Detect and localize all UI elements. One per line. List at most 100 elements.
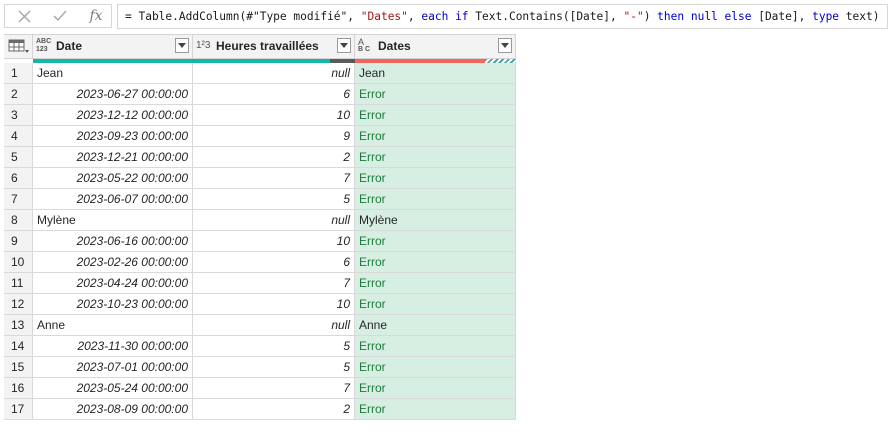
cell-date[interactable]: 2023-06-07 00:00:00 bbox=[33, 189, 193, 209]
cell-heures[interactable]: 5 bbox=[193, 336, 355, 356]
table-row[interactable]: 7 2023-06-07 00:00:00 5 Error bbox=[4, 189, 516, 210]
column-header-date[interactable]: ABC 123 Date bbox=[33, 35, 193, 58]
table-row[interactable]: 6 2023-05-22 00:00:00 7 Error bbox=[4, 168, 516, 189]
cell-heures[interactable]: 6 bbox=[193, 84, 355, 104]
row-number[interactable]: 13 bbox=[4, 315, 33, 335]
cell-heures[interactable]: 7 bbox=[193, 273, 355, 293]
cell-date[interactable]: 2023-04-24 00:00:00 bbox=[33, 273, 193, 293]
table-row[interactable]: 1 Jean null Jean bbox=[4, 63, 516, 84]
cell-dates[interactable]: Error bbox=[355, 147, 516, 167]
cell-dates[interactable]: Error bbox=[355, 357, 516, 377]
table-row[interactable]: 15 2023-07-01 00:00:00 5 Error bbox=[4, 357, 516, 378]
cell-dates[interactable]: Error bbox=[355, 189, 516, 209]
cell-dates[interactable]: Error bbox=[355, 105, 516, 125]
cell-dates[interactable]: Error bbox=[355, 126, 516, 146]
cell-dates[interactable]: Error bbox=[355, 252, 516, 272]
row-number[interactable]: 2 bbox=[4, 84, 33, 104]
cell-date[interactable]: 2023-11-30 00:00:00 bbox=[33, 336, 193, 356]
table-row[interactable]: 3 2023-12-12 00:00:00 10 Error bbox=[4, 105, 516, 126]
cell-heures[interactable]: 10 bbox=[193, 231, 355, 251]
cell-heures[interactable]: 5 bbox=[193, 357, 355, 377]
cell-heures[interactable]: 6 bbox=[193, 252, 355, 272]
cell-heures[interactable]: null bbox=[193, 63, 355, 83]
cell-heures[interactable]: 10 bbox=[193, 294, 355, 314]
row-number[interactable]: 7 bbox=[4, 189, 33, 209]
cell-heures[interactable]: 5 bbox=[193, 189, 355, 209]
fx-icon[interactable]: fx bbox=[79, 5, 113, 27]
cell-dates[interactable]: Error bbox=[355, 336, 516, 356]
cell-date[interactable]: 2023-12-21 00:00:00 bbox=[33, 147, 193, 167]
cell-date[interactable]: Jean bbox=[33, 63, 193, 83]
cell-date[interactable]: Mylène bbox=[33, 210, 193, 230]
table-row[interactable]: 13 Anne null Anne bbox=[4, 315, 516, 336]
cell-heures[interactable]: 7 bbox=[193, 378, 355, 398]
table-row[interactable]: 10 2023-02-26 00:00:00 6 Error bbox=[4, 252, 516, 273]
cell-date[interactable]: 2023-02-26 00:00:00 bbox=[33, 252, 193, 272]
row-number[interactable]: 14 bbox=[4, 336, 33, 356]
filter-dropdown-button[interactable] bbox=[498, 38, 512, 53]
cell-date[interactable]: 2023-07-01 00:00:00 bbox=[33, 357, 193, 377]
cell-date[interactable]: 2023-06-27 00:00:00 bbox=[33, 84, 193, 104]
row-number[interactable]: 11 bbox=[4, 273, 33, 293]
cell-date[interactable]: 2023-09-23 00:00:00 bbox=[33, 126, 193, 146]
check-icon[interactable] bbox=[43, 5, 77, 27]
table-row[interactable]: 12 2023-10-23 00:00:00 10 Error bbox=[4, 294, 516, 315]
number-type-icon[interactable]: 1²3 bbox=[196, 38, 212, 54]
row-number[interactable]: 1 bbox=[4, 63, 33, 83]
cell-date[interactable]: Anne bbox=[33, 315, 193, 335]
cell-dates[interactable]: Anne bbox=[355, 315, 516, 335]
row-number[interactable]: 8 bbox=[4, 210, 33, 230]
cell-dates[interactable]: Error bbox=[355, 378, 516, 398]
cell-heures[interactable]: 9 bbox=[193, 126, 355, 146]
cell-dates[interactable]: Error bbox=[355, 84, 516, 104]
formula-input[interactable]: = Table.AddColumn(#"Type modifié", "Date… bbox=[117, 4, 888, 29]
row-number[interactable]: 17 bbox=[4, 399, 33, 419]
any-type-icon[interactable]: ABC 123 bbox=[36, 38, 52, 54]
table-row[interactable]: 17 2023-08-09 00:00:00 2 Error bbox=[4, 399, 516, 420]
row-number[interactable]: 6 bbox=[4, 168, 33, 188]
table-row[interactable]: 11 2023-04-24 00:00:00 7 Error bbox=[4, 273, 516, 294]
cell-date[interactable]: 2023-05-22 00:00:00 bbox=[33, 168, 193, 188]
cell-date[interactable]: 2023-12-12 00:00:00 bbox=[33, 105, 193, 125]
cell-date[interactable]: 2023-10-23 00:00:00 bbox=[33, 294, 193, 314]
close-icon[interactable] bbox=[7, 5, 41, 27]
column-header-heures[interactable]: 1²3 Heures travaillées bbox=[193, 35, 355, 58]
column-header-dates[interactable]: A B C Dates bbox=[355, 35, 516, 58]
cell-date[interactable]: 2023-05-24 00:00:00 bbox=[33, 378, 193, 398]
row-number[interactable]: 5 bbox=[4, 147, 33, 167]
cell-dates[interactable]: Error bbox=[355, 231, 516, 251]
row-number[interactable]: 12 bbox=[4, 294, 33, 314]
table-row[interactable]: 8 Mylène null Mylène bbox=[4, 210, 516, 231]
table-row[interactable]: 5 2023-12-21 00:00:00 2 Error bbox=[4, 147, 516, 168]
cell-heures[interactable]: 2 bbox=[193, 147, 355, 167]
row-number[interactable]: 3 bbox=[4, 105, 33, 125]
table-menu-button[interactable] bbox=[4, 35, 33, 58]
filter-dropdown-button[interactable] bbox=[175, 38, 189, 53]
table-row[interactable]: 16 2023-05-24 00:00:00 7 Error bbox=[4, 378, 516, 399]
table-row[interactable]: 9 2023-06-16 00:00:00 10 Error bbox=[4, 231, 516, 252]
table-row[interactable]: 4 2023-09-23 00:00:00 9 Error bbox=[4, 126, 516, 147]
cell-heures[interactable]: 7 bbox=[193, 168, 355, 188]
table-row[interactable]: 14 2023-11-30 00:00:00 5 Error bbox=[4, 336, 516, 357]
table-row[interactable]: 2 2023-06-27 00:00:00 6 Error bbox=[4, 84, 516, 105]
filter-dropdown-button[interactable] bbox=[337, 38, 351, 53]
cell-dates[interactable]: Error bbox=[355, 168, 516, 188]
cell-heures[interactable]: 10 bbox=[193, 105, 355, 125]
formula-token: Text.Contains([Date], bbox=[468, 10, 624, 23]
cell-heures[interactable]: null bbox=[193, 315, 355, 335]
cell-date[interactable]: 2023-08-09 00:00:00 bbox=[33, 399, 193, 419]
row-number[interactable]: 4 bbox=[4, 126, 33, 146]
cell-heures[interactable]: 2 bbox=[193, 399, 355, 419]
cell-dates[interactable]: Error bbox=[355, 273, 516, 293]
cell-dates[interactable]: Mylène bbox=[355, 210, 516, 230]
cell-heures[interactable]: null bbox=[193, 210, 355, 230]
row-number[interactable]: 15 bbox=[4, 357, 33, 377]
row-number[interactable]: 9 bbox=[4, 231, 33, 251]
cell-dates[interactable]: Error bbox=[355, 294, 516, 314]
row-number[interactable]: 16 bbox=[4, 378, 33, 398]
cell-date[interactable]: 2023-06-16 00:00:00 bbox=[33, 231, 193, 251]
cell-dates[interactable]: Error bbox=[355, 399, 516, 419]
row-number[interactable]: 10 bbox=[4, 252, 33, 272]
cell-dates[interactable]: Jean bbox=[355, 63, 516, 83]
text-type-icon[interactable]: A B C bbox=[358, 38, 374, 54]
